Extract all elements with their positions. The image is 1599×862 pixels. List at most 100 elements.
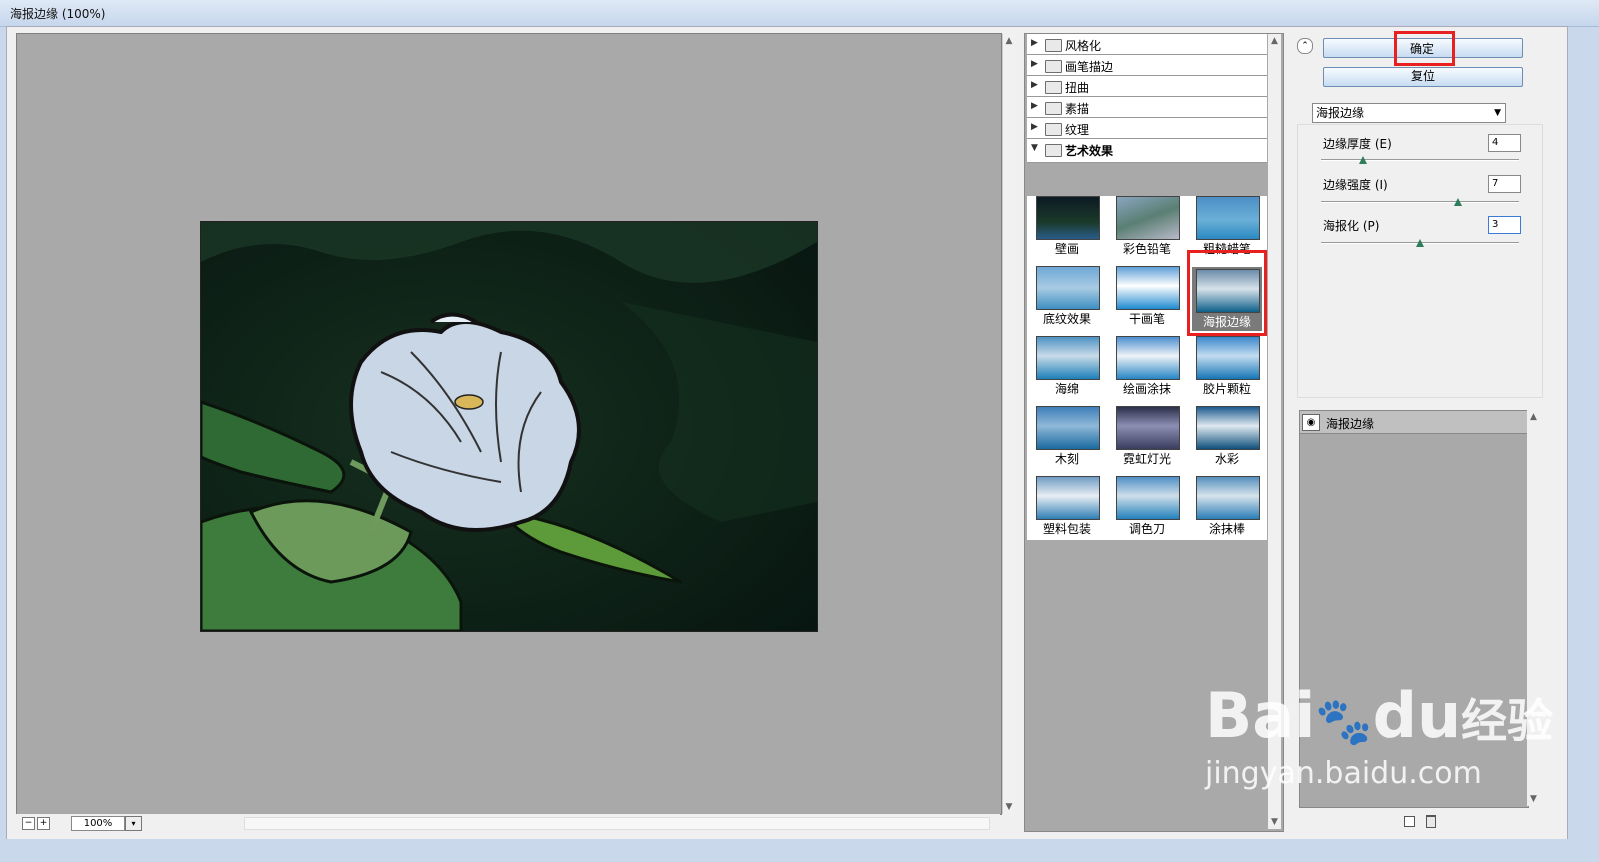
filter-group-stylize[interactable]: ▶ 风格化 (1027, 34, 1267, 55)
filter-thumbnail (1116, 196, 1180, 240)
scroll-down-icon[interactable]: ▼ (1003, 800, 1015, 814)
filter-label: 绘画涂抹 (1122, 382, 1171, 396)
filter-item-cutout[interactable]: 木刻 (1027, 406, 1107, 474)
filter-group-sketch[interactable]: ▶ 素描 (1027, 97, 1267, 118)
filter-item-sponge[interactable]: 海绵 (1027, 336, 1107, 404)
effect-layer-row[interactable]: ◉ 海报边缘 (1300, 411, 1528, 434)
filter-label: 海绵 (1054, 382, 1079, 396)
zoom-in-button[interactable]: + (37, 817, 50, 830)
filter-select-value: 海报边缘 (1316, 106, 1365, 120)
filter-settings: 边缘厚度 (E) 4 边缘强度 (I) 7 海报化 (P) 3 (1297, 124, 1543, 398)
title-bar: 海报边缘 (100%) (0, 0, 1599, 27)
filter-label: 霓虹灯光 (1122, 452, 1171, 466)
filter-thumbnail (1116, 336, 1180, 380)
edge-thickness-input[interactable]: 4 (1488, 134, 1521, 152)
filter-item-plastic-wrap[interactable]: 塑料包装 (1027, 476, 1107, 540)
scroll-down-icon[interactable]: ▼ (1527, 792, 1540, 806)
scroll-up-icon[interactable]: ▲ (1268, 34, 1281, 48)
filter-item-underpainting[interactable]: 底纹效果 (1027, 266, 1107, 334)
filter-item-paint-daubs[interactable]: 绘画涂抹 (1107, 336, 1187, 404)
posterization-input[interactable]: 3 (1488, 216, 1521, 234)
watermark-brand: Bai (1205, 679, 1316, 752)
folder-icon (1045, 102, 1062, 115)
filter-thumbnail (1196, 336, 1260, 380)
filter-thumbnail (1116, 266, 1180, 310)
filter-thumbnails: 壁画 彩色铅笔 粗糙蜡笔 底纹效果 干画笔 海报边缘 海绵 绘画涂抹 胶片颗粒 … (1027, 196, 1267, 540)
param-label-edge-intensity: 边缘强度 (I) (1323, 178, 1388, 192)
filter-label: 塑料包装 (1042, 522, 1091, 536)
filter-thumbnail (1036, 406, 1100, 450)
chevron-right-icon[interactable]: ▶ (1031, 122, 1038, 132)
new-effect-layer-icon[interactable] (1404, 816, 1415, 827)
eye-icon[interactable]: ◉ (1302, 414, 1320, 431)
filter-label: 海报边缘 (1202, 315, 1251, 329)
filter-thumbnail (1036, 196, 1100, 240)
chevron-right-icon[interactable]: ▶ (1031, 80, 1038, 90)
filter-label: 调色刀 (1128, 522, 1165, 536)
filter-thumbnail (1116, 476, 1180, 520)
zoom-field[interactable]: 100% (71, 816, 125, 831)
preview-hscrollbar[interactable] (244, 817, 990, 830)
filter-item-film-grain[interactable]: 胶片颗粒 (1187, 336, 1267, 404)
filter-group-label: 纹理 (1065, 123, 1090, 137)
zoom-bar: − + 100% ▾ (16, 814, 1000, 832)
collapse-gallery-button[interactable]: ⌃ (1297, 38, 1313, 54)
scroll-up-icon[interactable]: ▲ (1527, 410, 1540, 424)
filter-thumbnail (1036, 476, 1100, 520)
edge-intensity-slider[interactable] (1454, 198, 1462, 206)
preview-vscrollbar[interactable]: ▲ ▼ (1002, 34, 1015, 814)
scroll-up-icon[interactable]: ▲ (1003, 34, 1015, 48)
folder-icon (1045, 60, 1062, 73)
filter-group-texture[interactable]: ▶ 纹理 (1027, 118, 1267, 139)
folder-icon (1045, 123, 1062, 136)
filter-thumbnail (1036, 266, 1100, 310)
edge-intensity-input[interactable]: 7 (1488, 175, 1521, 193)
param-label-edge-thickness: 边缘厚度 (E) (1323, 137, 1392, 151)
filter-thumbnail (1036, 336, 1100, 380)
folder-icon (1045, 39, 1062, 52)
chevron-right-icon[interactable]: ▶ (1031, 59, 1038, 69)
ok-button-label: 确定 (1410, 42, 1435, 56)
chevron-right-icon[interactable]: ▶ (1031, 38, 1038, 48)
watermark-cn: 经验 (1461, 694, 1554, 748)
folder-open-icon (1045, 144, 1062, 157)
preview-canvas[interactable]: ▲ ▼ (16, 33, 1015, 815)
filter-thumbnail (1196, 476, 1260, 520)
zoom-dropdown-icon[interactable]: ▾ (125, 816, 142, 831)
effect-layer-label: 海报边缘 (1326, 417, 1375, 431)
filter-thumbnail (1196, 406, 1260, 450)
filter-item-poster-edges[interactable]: 海报边缘 (1187, 250, 1267, 336)
watermark-brand-du: du (1372, 679, 1462, 752)
zoom-out-button[interactable]: − (22, 817, 35, 830)
filter-item-colored-pencil[interactable]: 彩色铅笔 (1107, 196, 1187, 264)
chevron-down-icon[interactable]: ▼ (1031, 143, 1038, 153)
filter-item-smudge-stick[interactable]: 涂抹棒 (1187, 476, 1267, 540)
filter-item-fresco[interactable]: 壁画 (1027, 196, 1107, 264)
filter-label: 水彩 (1214, 452, 1239, 466)
bottom-strip (0, 839, 1599, 862)
filter-item-palette-knife[interactable]: 调色刀 (1107, 476, 1187, 540)
filter-label: 木刻 (1054, 452, 1079, 466)
reset-button[interactable]: 复位 (1323, 67, 1523, 87)
double-chevron-up-icon: ⌃ (1301, 41, 1309, 51)
filter-group-brush-strokes[interactable]: ▶ 画笔描边 (1027, 55, 1267, 76)
filter-item-neon-glow[interactable]: 霓虹灯光 (1107, 406, 1187, 474)
filter-thumbnail (1196, 269, 1260, 313)
filter-group-distort[interactable]: ▶ 扭曲 (1027, 76, 1267, 97)
filter-select[interactable]: 海报边缘 ▼ (1312, 103, 1506, 123)
scroll-down-icon[interactable]: ▼ (1268, 815, 1281, 829)
chevron-down-icon: ▼ (1494, 108, 1501, 118)
filter-item-watercolor[interactable]: 水彩 (1187, 406, 1267, 474)
paw-icon: 🐾 (1315, 694, 1373, 748)
edge-intensity-track[interactable] (1321, 201, 1519, 203)
posterization-slider[interactable] (1416, 239, 1424, 247)
chevron-right-icon[interactable]: ▶ (1031, 101, 1038, 111)
preview-image (200, 221, 818, 632)
edge-thickness-track[interactable] (1321, 159, 1519, 161)
edge-thickness-slider[interactable] (1359, 156, 1367, 164)
filter-group-artistic[interactable]: ▼ 艺术效果 (1027, 139, 1267, 163)
filter-item-dry-brush[interactable]: 干画笔 (1107, 266, 1187, 334)
baidu-watermark: Bai🐾du经验 jingyan.baidu.com (1205, 685, 1554, 792)
trash-icon[interactable] (1426, 815, 1436, 828)
filter-group-label: 画笔描边 (1065, 60, 1114, 74)
